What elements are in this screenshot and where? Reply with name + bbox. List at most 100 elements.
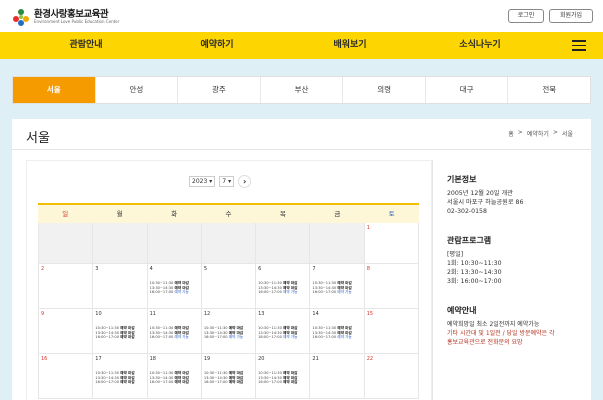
month-select[interactable]: 7 ▾ bbox=[219, 176, 235, 187]
calendar-day-cell[interactable]: 6 10:30~11:30 예약 마감 13:30~14:30 예약 마감 16:00… bbox=[256, 264, 311, 309]
menu-icon[interactable] bbox=[572, 40, 586, 51]
day-number: 7 bbox=[312, 266, 316, 272]
calendar-day-cell[interactable]: 22 bbox=[364, 354, 419, 399]
calendar-empty-cell bbox=[38, 223, 94, 264]
day-number: 12 bbox=[203, 311, 211, 317]
year-value: 2023 bbox=[192, 178, 208, 185]
calendar-day-cell[interactable]: 5 bbox=[201, 264, 257, 309]
reserve-note: 예약희망일 최소 2일전까지 예약가능 bbox=[447, 321, 540, 328]
slot-time: 10:30~11:30 bbox=[149, 326, 174, 330]
day-number: 2 bbox=[41, 266, 45, 272]
slot-time: 13:30~14:30 bbox=[95, 330, 120, 335]
site-logo[interactable]: 환경사랑홍보교육관 Environment Love Public Educat… bbox=[10, 6, 119, 28]
day-number: 18 bbox=[149, 356, 156, 362]
time-slot[interactable]: 16:00~17:00 예약 가능 bbox=[150, 335, 199, 340]
calendar-day-cell[interactable]: 1 bbox=[364, 223, 419, 264]
calendar-empty-cell bbox=[256, 223, 311, 264]
breadcrumb-home[interactable]: 홈 bbox=[508, 129, 514, 138]
slot-available-label: 예약 가능 bbox=[228, 335, 244, 340]
calendar-day-cell[interactable]: 19 10:30~11:30 예약 마감 13:30~14:30 예약 마감 16:0… bbox=[201, 354, 257, 399]
slot-available-label: 예약 가능 bbox=[283, 335, 298, 340]
calendar-day-cell[interactable]: 8 bbox=[364, 264, 419, 309]
calendar-day-cell[interactable]: 2 bbox=[38, 264, 94, 309]
reserve-info-title: 예약안내 bbox=[447, 306, 477, 315]
year-select[interactable]: 2023 ▾ bbox=[189, 176, 216, 187]
slot-available-label: 예약 가능 bbox=[283, 290, 298, 295]
slot-closed-label: 예약 마감 bbox=[228, 330, 244, 335]
day-number: 6 bbox=[258, 266, 262, 272]
day-number: 4 bbox=[149, 266, 153, 272]
tab-jeonbuk[interactable]: 전북 bbox=[508, 77, 590, 103]
time-slot-list: 10:30~11:30 예약 마감 13:30~14:30 예약 마감 16:00~… bbox=[258, 326, 307, 340]
calendar-day-cell[interactable]: 16 bbox=[38, 354, 94, 399]
slot-closed-label: 예약 마감 bbox=[174, 375, 189, 380]
nav-item-learn[interactable]: 배워보기 bbox=[300, 32, 400, 59]
tab-uiryeong[interactable]: 의령 bbox=[343, 77, 426, 103]
calendar-day-cell[interactable]: 13 10:30~11:30 예약 마감 13:30~14:30 예약 마감 16:0… bbox=[256, 309, 311, 354]
calendar-day-cell[interactable]: 12 10:30~11:30 예약 마감 13:30~14:30 예약 마감 16:0… bbox=[201, 309, 257, 354]
slot-closed-label: 예약 마감 bbox=[283, 375, 298, 380]
nav-item-guide[interactable]: 관람안내 bbox=[36, 32, 136, 59]
time-slot-list: 10:30~11:30 예약 마감 13:30~14:30 예약 마감 16:00~… bbox=[95, 326, 144, 340]
breadcrumb-reserve[interactable]: 예약하기 bbox=[527, 129, 549, 138]
slot-time: 10:30~11:30 bbox=[258, 371, 282, 375]
logo-subtitle: Environment Love Public Education Center bbox=[34, 19, 120, 25]
slot-closed-label: 예약 마감 bbox=[174, 380, 189, 385]
calendar-day-cell[interactable]: 11 10:30~11:30 예약 마감 13:30~14:30 예약 마감 16:0… bbox=[147, 309, 202, 354]
slot-available-label: 예약 가능 bbox=[337, 335, 352, 340]
slot-time: 13:30~14:30 bbox=[149, 330, 174, 335]
calendar-day-cell[interactable]: 20 10:30~11:30 예약 마감 13:30~14:30 예약 마감 16:0… bbox=[256, 354, 311, 399]
address: 서울시 마포구 하늘공원로 86 bbox=[447, 199, 524, 206]
calendar-day-cell[interactable]: 10 10:30~11:30 예약 마감 13:30~14:30 예약 마감 16:0… bbox=[93, 309, 148, 354]
slot-time: 13:30~14:30 bbox=[258, 330, 282, 335]
nav-item-news[interactable]: 소식나누기 bbox=[430, 32, 530, 59]
calendar-week: 16 17 10:30~11:30 예약 마감 13:30~14:30 예약 마감 16… bbox=[38, 354, 419, 399]
time-slot[interactable]: 16:00~17:00 예약 가능 bbox=[258, 335, 307, 340]
time-slot[interactable]: 16:00~17:00 예약 가능 bbox=[312, 290, 361, 295]
calendar-day-cell[interactable]: 21 bbox=[310, 354, 365, 399]
day-number: 19 bbox=[203, 356, 211, 362]
slot-time: 16:00~17:00 bbox=[149, 335, 174, 340]
basic-info-section: 기본정보 2005년 12월 20일 개관 서울시 마포구 하늘공원로 86 0… bbox=[447, 174, 523, 216]
slot-closed-label: 예약 마감 bbox=[120, 330, 135, 335]
next-month-button[interactable]: › bbox=[238, 175, 252, 188]
tab-anseong[interactable]: 안성 bbox=[96, 77, 179, 103]
slot-time: 13:30~14:30 bbox=[312, 330, 337, 335]
time-slot-list: 10:30~11:30 예약 마감 13:30~14:30 예약 마감 16:00~… bbox=[150, 371, 199, 385]
login-button[interactable]: 로그인 bbox=[508, 9, 544, 23]
tab-gwangju[interactable]: 광주 bbox=[178, 77, 261, 103]
join-button[interactable]: 회원가입 bbox=[549, 9, 593, 23]
slot-available-label: 예약 가능 bbox=[337, 290, 352, 295]
time-slot[interactable]: 16:00~17:00 예약 가능 bbox=[204, 335, 253, 340]
time-slot[interactable]: 16:00~17:00 예약 가능 bbox=[150, 290, 199, 295]
day-number: 20 bbox=[258, 356, 265, 362]
slot-time: 10:30~11:30 bbox=[203, 371, 228, 375]
slot-closed-label: 예약 마감 bbox=[228, 371, 244, 375]
slot-time: 16:00~17:00 bbox=[312, 290, 337, 295]
calendar-day-cell[interactable]: 3 bbox=[93, 264, 148, 309]
nav-item-reserve[interactable]: 예약하기 bbox=[167, 32, 267, 59]
tab-daegu[interactable]: 대구 bbox=[426, 77, 509, 103]
calendar-day-cell[interactable]: 17 10:30~11:30 예약 마감 13:30~14:30 예약 마감 16:0… bbox=[93, 354, 148, 399]
weekday-header: 일 월 화 수 목 금 토 bbox=[38, 203, 419, 223]
tab-busan[interactable]: 부산 bbox=[261, 77, 344, 103]
tab-seoul[interactable]: 서울 bbox=[13, 77, 96, 103]
slot-closed-label: 예약 마감 bbox=[120, 326, 135, 330]
logo-title: 환경사랑홍보교육관 bbox=[34, 8, 109, 20]
slot-closed-label: 예약 마감 bbox=[120, 335, 135, 340]
day-number: 1 bbox=[366, 225, 370, 231]
time-slot[interactable]: 16:00~17:00 예약 가능 bbox=[258, 290, 307, 295]
calendar-day-cell[interactable]: 18 10:30~11:30 예약 마감 13:30~14:30 예약 마감 16:0… bbox=[147, 354, 202, 399]
calendar-day-cell[interactable]: 7 10:30~11:30 예약 마감 13:30~14:30 예약 마감 16:00… bbox=[310, 264, 365, 309]
chevron-down-icon: ▾ bbox=[209, 178, 213, 185]
calendar-day-cell[interactable]: 4 10:30~11:30 예약 마감 13:30~14:30 예약 마감 16:00… bbox=[147, 264, 202, 309]
time-slot[interactable]: 16:00~17:00 예약 가능 bbox=[312, 335, 361, 340]
calendar-day-cell[interactable]: 14 10:30~11:30 예약 마감 13:30~14:30 예약 마감 16:0… bbox=[310, 309, 365, 354]
phone-number: 02-302-0158 bbox=[447, 208, 487, 215]
slot-time: 10:30~11:30 bbox=[95, 326, 120, 330]
time-slot: 16:00~17:00 예약 마감 bbox=[204, 380, 253, 385]
breadcrumb: 홈 > 예약하기 > 서울 bbox=[508, 129, 573, 138]
calendar-day-cell[interactable]: 9 bbox=[38, 309, 94, 354]
slot-time: 10:30~11:30 bbox=[149, 281, 174, 285]
calendar-day-cell[interactable]: 15 bbox=[364, 309, 419, 354]
